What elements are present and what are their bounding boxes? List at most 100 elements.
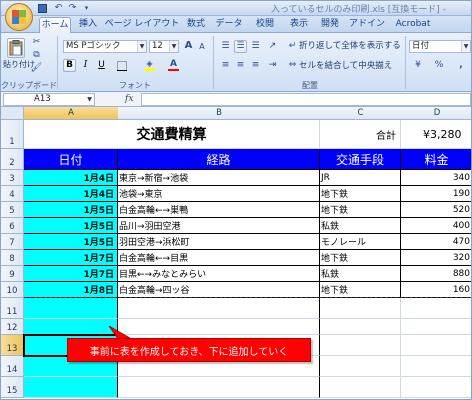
- fare-cell[interactable]: 320: [401, 250, 471, 266]
- empty-cell[interactable]: [401, 298, 471, 319]
- empty-cell[interactable]: [320, 356, 401, 377]
- tab-5[interactable]: 校閲: [249, 17, 281, 33]
- align-right-icon[interactable]: ≡: [249, 59, 262, 72]
- date-cell[interactable]: 1月5日: [24, 234, 118, 250]
- column-header-b[interactable]: B: [118, 107, 321, 120]
- date-cell[interactable]: 1月4日: [24, 186, 118, 202]
- align-top-icon[interactable]: ☰: [219, 40, 232, 53]
- empty-date-cell[interactable]: [24, 298, 118, 319]
- means-cell[interactable]: 私鉄: [320, 218, 401, 234]
- empty-cell[interactable]: [320, 319, 401, 335]
- fare-cell[interactable]: 400: [401, 218, 471, 234]
- save-icon[interactable]: [37, 3, 48, 14]
- column-header-a[interactable]: A: [24, 107, 119, 120]
- column-header-d[interactable]: D: [401, 107, 471, 120]
- total-label[interactable]: 合計: [320, 120, 401, 149]
- column-heading[interactable]: 日付: [24, 149, 118, 170]
- tab-6[interactable]: 表示: [283, 17, 315, 33]
- tab-8[interactable]: アドイン: [345, 17, 389, 33]
- italic-button[interactable]: I: [79, 59, 92, 72]
- office-button[interactable]: [5, 3, 33, 31]
- row-header[interactable]: 1: [1, 120, 24, 149]
- copy-icon[interactable]: ⧉: [31, 50, 42, 61]
- tab-3[interactable]: 数式: [181, 17, 211, 33]
- fare-cell[interactable]: 340: [401, 170, 471, 186]
- paste-icon[interactable]: [7, 38, 25, 58]
- empty-cell[interactable]: [118, 377, 320, 398]
- route-cell[interactable]: 東京→新宿→池袋: [118, 170, 320, 186]
- row-header[interactable]: 10: [1, 282, 24, 298]
- means-cell[interactable]: 地下鉄: [320, 186, 401, 202]
- empty-cell[interactable]: [118, 319, 320, 335]
- merge-center-button[interactable]: セルを結合して中央揃え: [299, 60, 392, 72]
- chevron-down-icon[interactable]: ▼: [137, 41, 146, 52]
- fare-cell[interactable]: 520: [401, 202, 471, 218]
- row-header[interactable]: 7: [1, 234, 24, 250]
- tab-0[interactable]: ホーム: [39, 17, 71, 33]
- means-cell[interactable]: モノレール: [320, 234, 401, 250]
- tab-1[interactable]: 挿入: [73, 17, 103, 33]
- row-header[interactable]: 5: [1, 202, 24, 218]
- tab-4[interactable]: データ: [211, 17, 247, 33]
- currency-icon[interactable]: ¥: [411, 59, 425, 72]
- bold-button[interactable]: B: [63, 59, 76, 72]
- means-cell[interactable]: 地下鉄: [320, 250, 401, 266]
- wrap-text-button[interactable]: 折り返して全体を表示する: [299, 40, 401, 52]
- align-middle-icon[interactable]: ☰: [234, 40, 247, 53]
- means-cell[interactable]: 地下鉄: [320, 202, 401, 218]
- row-header[interactable]: 14: [1, 356, 24, 377]
- row-header[interactable]: 11: [1, 298, 24, 319]
- number-format-combo[interactable]: 日付 ▼: [409, 40, 471, 53]
- tab-2[interactable]: ページ レイアウト: [104, 17, 180, 33]
- column-heading[interactable]: 料金: [401, 149, 471, 170]
- row-header[interactable]: 6: [1, 218, 24, 234]
- empty-cell[interactable]: [320, 335, 401, 356]
- format-painter-icon[interactable]: 🖌: [31, 63, 42, 74]
- means-cell[interactable]: 私鉄: [320, 266, 401, 282]
- fare-cell[interactable]: 880: [401, 266, 471, 282]
- row-header[interactable]: 8: [1, 250, 24, 266]
- tab-7[interactable]: 開発: [316, 17, 344, 33]
- shrink-font-icon[interactable]: A: [197, 41, 207, 52]
- empty-cell[interactable]: [320, 377, 401, 398]
- align-center-icon[interactable]: ≡: [234, 59, 247, 72]
- route-cell[interactable]: 目黒←→みなとみらい: [118, 266, 320, 282]
- means-cell[interactable]: 地下鉄: [320, 282, 401, 298]
- percent-button[interactable]: %: [433, 59, 445, 72]
- fare-cell[interactable]: 160: [401, 282, 471, 298]
- route-cell[interactable]: 品川→羽田空港: [118, 218, 320, 234]
- merge-center-icon[interactable]: ⇔: [287, 59, 298, 71]
- chevron-down-icon[interactable]: ▼: [169, 41, 178, 52]
- borders-icon[interactable]: [115, 59, 128, 72]
- tab-9[interactable]: Acrobat: [391, 17, 435, 33]
- empty-cell[interactable]: [320, 298, 401, 319]
- align-bottom-icon[interactable]: ☰: [249, 40, 262, 53]
- undo-icon[interactable]: ↶: [53, 3, 64, 14]
- row-header[interactable]: 3: [1, 170, 24, 186]
- indent-icon[interactable]: ⇥: [266, 59, 279, 72]
- row-header[interactable]: 12: [1, 319, 24, 335]
- route-cell[interactable]: 白金高輪←→目黒: [118, 250, 320, 266]
- date-cell[interactable]: 1月5日: [24, 218, 118, 234]
- row-header[interactable]: 9: [1, 266, 24, 282]
- chevron-down-icon[interactable]: ▼: [85, 94, 94, 105]
- date-cell[interactable]: 1月8日: [24, 282, 118, 298]
- underline-button[interactable]: U: [95, 59, 108, 72]
- row-header[interactable]: 13: [1, 335, 24, 356]
- empty-cell[interactable]: [401, 356, 471, 377]
- select-all-corner[interactable]: [1, 107, 24, 120]
- empty-date-cell[interactable]: [24, 377, 118, 398]
- align-left-icon[interactable]: ≡: [219, 59, 232, 72]
- date-cell[interactable]: 1月7日: [24, 266, 118, 282]
- means-cell[interactable]: JR: [320, 170, 401, 186]
- wrap-text-icon[interactable]: ↵: [287, 40, 298, 52]
- column-heading[interactable]: 経路: [118, 149, 320, 170]
- sheet-title[interactable]: 交通費精算: [24, 120, 320, 149]
- route-cell[interactable]: 白金高輪→四ッ谷: [118, 282, 320, 298]
- empty-cell[interactable]: [401, 377, 471, 398]
- empty-date-cell[interactable]: [24, 319, 118, 335]
- column-heading[interactable]: 交通手段: [320, 149, 401, 170]
- date-cell[interactable]: 1月7日: [24, 250, 118, 266]
- chevron-down-icon[interactable]: ▼: [461, 41, 470, 52]
- cut-icon[interactable]: ✂: [31, 37, 42, 48]
